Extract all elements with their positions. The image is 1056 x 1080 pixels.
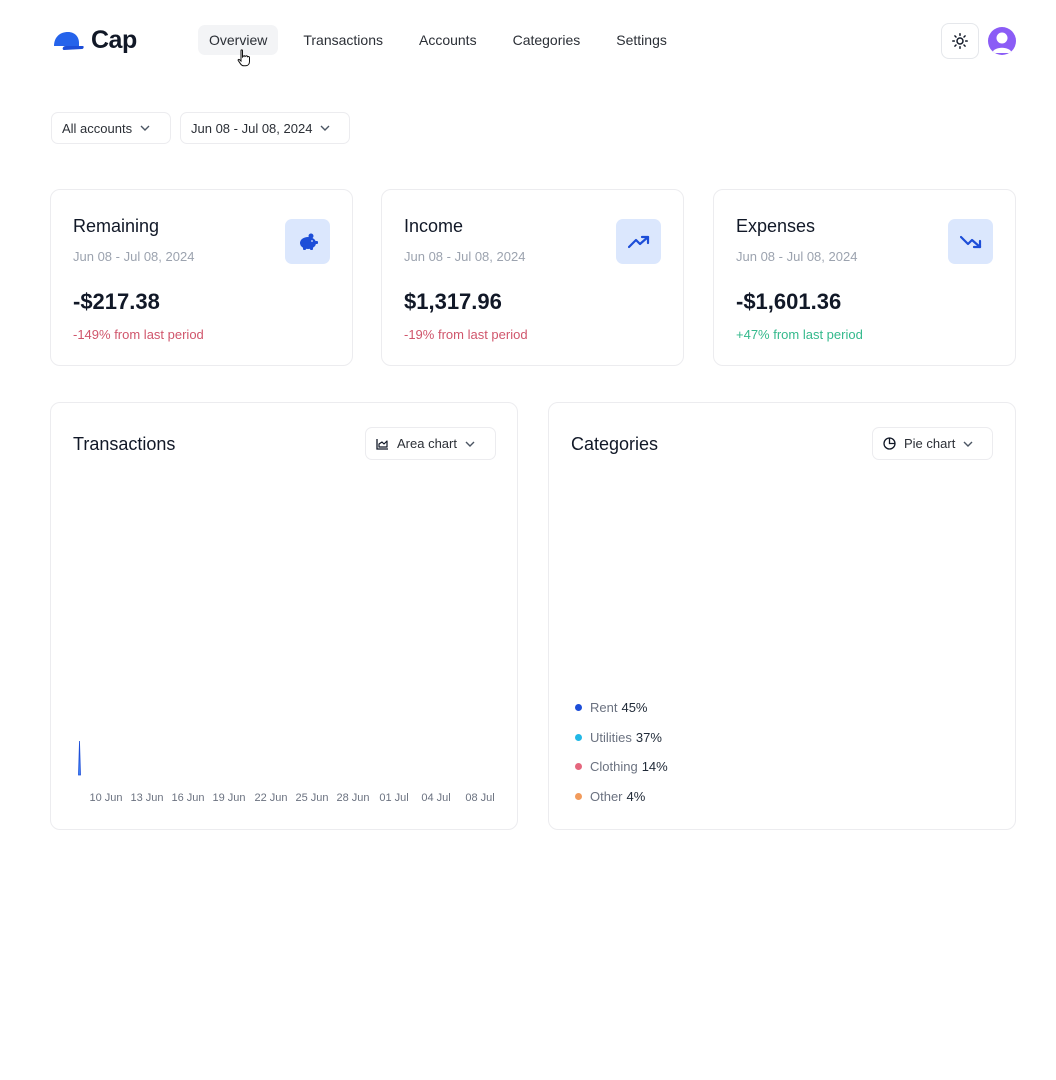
legend-percent: 45% (621, 700, 648, 716)
card-value: -$1,601.36 (736, 289, 842, 314)
piggy-bank-icon (299, 233, 318, 250)
legend-label: Clothing (590, 759, 638, 775)
card-title: Remaining (73, 216, 160, 236)
card-delta: -149% from last period (73, 327, 204, 342)
legend-item-rent: Rent 45% (575, 693, 668, 723)
legend-percent: 37% (635, 729, 662, 745)
chart-type-value: Area chart (397, 436, 457, 451)
x-tick-label: 19 Jun (212, 792, 246, 804)
pie-legend: Rent 45% Utilities 37% Clothing 14% Othe… (575, 693, 668, 811)
categories-panel: Categories Pie chart Rent 45% Utilities … (548, 402, 1016, 830)
date-range-value: Jun 08 - Jul 08, 2024 (191, 120, 313, 136)
main-nav: Overview Transactions Accounts Categorie… (198, 25, 692, 55)
legend-item-clothing: Clothing 14% (575, 752, 668, 782)
expenses-card: Expenses Jun 08 - Jul 08, 2024 -$1,601.3… (713, 189, 1016, 366)
card-date: Jun 08 - Jul 08, 2024 (736, 249, 858, 264)
app-logo[interactable]: Cap (52, 26, 137, 55)
legend-label: Utilities (590, 729, 632, 745)
legend-swatch (575, 793, 582, 801)
user-icon (992, 32, 1012, 53)
legend-item-utilities: Utilities 37% (575, 723, 668, 753)
legend-item-other: Other 4% (575, 782, 668, 812)
legend-label: Other (590, 789, 623, 805)
chart-type-select[interactable]: Pie chart (872, 427, 993, 460)
card-title: Income (404, 216, 464, 236)
card-value: $1,317.96 (404, 289, 502, 314)
chart-type-select[interactable]: Area chart (365, 427, 496, 460)
transactions-area-chart (78, 740, 81, 776)
legend-swatch (575, 763, 582, 771)
x-tick-label: 22 Jun (254, 792, 288, 804)
legend-percent: 4% (626, 789, 646, 805)
chevron-down-icon (465, 441, 475, 447)
transactions-panel: Transactions Area chart 10 Jun 13 Jun 16… (50, 402, 518, 830)
nav-item-categories[interactable]: Categories (502, 25, 592, 55)
chart-type-value: Pie chart (904, 436, 956, 451)
top-bar: Cap Overview Transactions Accounts Categ… (0, 0, 1056, 82)
area-chart-icon (376, 438, 388, 450)
hand-pointer-icon (237, 49, 250, 67)
trending-down-icon (959, 235, 981, 248)
x-tick-label: 28 Jun (336, 792, 370, 804)
legend-swatch (575, 704, 582, 712)
chevron-down-icon (320, 125, 330, 131)
account-filter-select[interactable]: All accounts (51, 112, 171, 144)
income-card: Income Jun 08 - Jul 08, 2024 $1,317.96 -… (381, 189, 684, 366)
cap-logo-icon (54, 31, 84, 50)
x-tick-label: 08 Jul (465, 792, 495, 804)
x-axis: 10 Jun 13 Jun 16 Jun 19 Jun 22 Jun 25 Ju… (87, 792, 507, 808)
card-delta: -19% from last period (404, 327, 528, 342)
x-tick-label: 25 Jun (295, 792, 329, 804)
area-spike (78, 740, 81, 776)
panel-title: Categories (571, 434, 659, 454)
remaining-card: Remaining Jun 08 - Jul 08, 2024 -$217.38… (50, 189, 353, 366)
pie-chart-icon (883, 437, 896, 450)
sun-icon (952, 33, 968, 49)
chevron-down-icon (140, 125, 150, 131)
chevron-down-icon (963, 441, 973, 447)
theme-toggle-button[interactable] (941, 23, 979, 59)
panel-title: Transactions (73, 434, 176, 454)
nav-item-accounts[interactable]: Accounts (408, 25, 488, 55)
card-date: Jun 08 - Jul 08, 2024 (73, 249, 195, 264)
user-avatar[interactable] (988, 27, 1016, 55)
card-value: -$217.38 (73, 289, 160, 314)
x-tick-label: 10 Jun (89, 792, 123, 804)
nav-item-transactions[interactable]: Transactions (292, 25, 394, 55)
card-delta: +47% from last period (736, 327, 863, 342)
stat-icon-badge (285, 219, 330, 264)
stat-icon-badge (948, 219, 993, 264)
x-tick-label: 16 Jun (171, 792, 205, 804)
account-filter-value: All accounts (62, 120, 133, 136)
stat-icon-badge (616, 219, 661, 264)
date-range-select[interactable]: Jun 08 - Jul 08, 2024 (180, 112, 350, 144)
card-title: Expenses (736, 216, 816, 236)
legend-label: Rent (590, 700, 618, 716)
card-date: Jun 08 - Jul 08, 2024 (404, 249, 526, 264)
x-tick-label: 04 Jul (421, 792, 451, 804)
x-tick-label: 13 Jun (130, 792, 164, 804)
app-name: Cap (91, 26, 137, 54)
legend-swatch (575, 733, 582, 741)
x-tick-label: 01 Jul (379, 792, 409, 804)
trending-up-icon (627, 235, 649, 248)
nav-item-settings[interactable]: Settings (605, 25, 678, 55)
legend-percent: 14% (641, 759, 668, 775)
